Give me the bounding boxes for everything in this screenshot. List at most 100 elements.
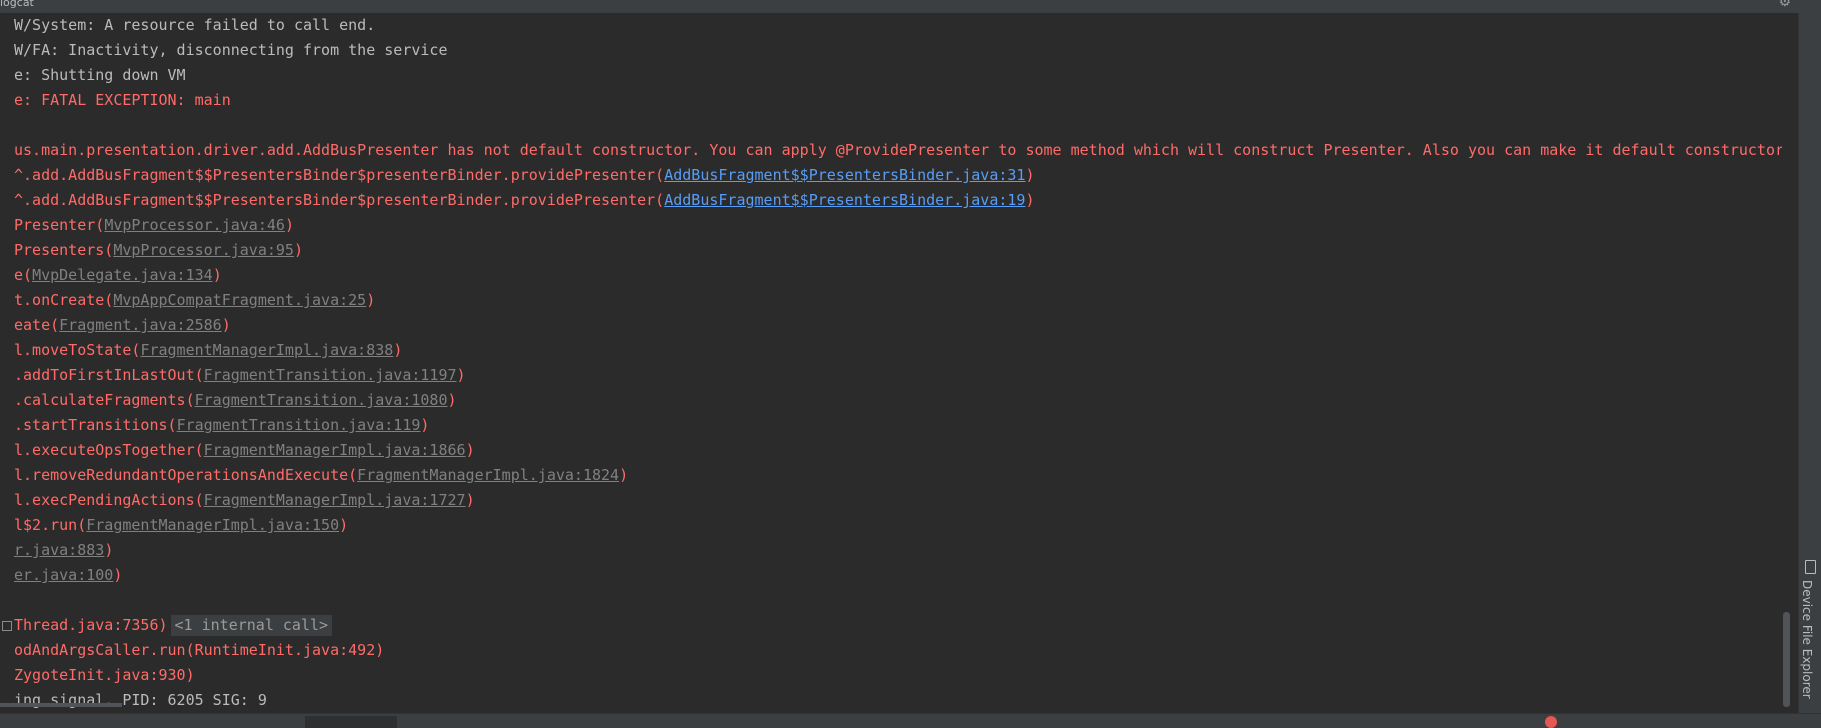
source-file-link[interactable]: MvpProcessor.java:46 xyxy=(104,216,285,234)
log-line: us.main.presentation.driver.add.AddBusPr… xyxy=(14,138,1782,163)
stack-frame-suffix: ) xyxy=(113,566,123,584)
stack-frame-method: l.execPendingActions( xyxy=(14,491,204,509)
log-line: W/FA: Inactivity, disconnecting from the… xyxy=(14,38,1782,63)
stack-frame-suffix: ) xyxy=(447,391,457,409)
stack-frame-suffix: ) xyxy=(465,491,475,509)
settings-icon[interactable]: ⚙ xyxy=(1778,0,1791,10)
log-line: er.java:100) xyxy=(14,563,1782,588)
horizontal-scrollbar[interactable] xyxy=(0,703,122,707)
bottom-tool-strip xyxy=(0,713,1821,728)
stack-frame-method: eate( xyxy=(14,316,60,334)
event-log-tab[interactable] xyxy=(1545,716,1557,728)
log-line: l.executeOpsTogether(FragmentManagerImpl… xyxy=(14,438,1782,463)
stack-frame-suffix: ) xyxy=(339,516,349,534)
log-line: .startTransitions(FragmentTransition.jav… xyxy=(14,413,1782,438)
log-text: e: Shutting down VM xyxy=(14,66,186,84)
log-text: odAndArgsCaller.run(RuntimeInit.java:492… xyxy=(14,641,385,659)
stack-frame-method: Presenters( xyxy=(14,241,114,259)
internal-calls-fold[interactable]: <1 internal call> xyxy=(170,615,333,636)
source-file-link[interactable]: AddBusFragment$$PresentersBinder.java:31 xyxy=(664,166,1025,184)
stack-frame-suffix: ) xyxy=(212,266,222,284)
log-line: l.moveToState(FragmentManagerImpl.java:8… xyxy=(14,338,1782,363)
source-file-link[interactable]: FragmentTransition.java:1080 xyxy=(195,391,448,409)
logcat-output[interactable]: W/System: A resource failed to call end.… xyxy=(0,13,1782,713)
log-text: e: FATAL EXCEPTION: main xyxy=(14,91,231,109)
tool-tab-logcat[interactable] xyxy=(305,716,397,728)
log-text: ZygoteInit.java:930) xyxy=(14,666,195,684)
stack-frame-method: e( xyxy=(14,266,33,284)
stack-frame-suffix: ) xyxy=(284,216,294,234)
phone-icon xyxy=(1805,560,1816,574)
log-line: t.onCreate(MvpAppCompatFragment.java:25) xyxy=(14,288,1782,313)
log-line: e(MvpDelegate.java:134) xyxy=(14,263,1782,288)
source-file-link[interactable]: Fragment.java:2586 xyxy=(59,316,222,334)
stack-frame-suffix: ) xyxy=(465,441,475,459)
log-line: Presenters(MvpProcessor.java:95) xyxy=(14,238,1782,263)
log-line: .addToFirstInLastOut(FragmentTransition.… xyxy=(14,363,1782,388)
log-line: ^.add.AddBusFragment$$PresentersBinder$p… xyxy=(14,163,1782,188)
source-file-link[interactable]: FragmentManagerImpl.java:150 xyxy=(86,516,339,534)
log-line: r.java:883) xyxy=(14,538,1782,563)
stack-frame-suffix: ) xyxy=(393,341,403,359)
log-line: e: FATAL EXCEPTION: main xyxy=(14,88,1782,113)
log-line: ing signal. PID: 6205 SIG: 9 xyxy=(14,688,1782,713)
log-line: odAndArgsCaller.run(RuntimeInit.java:492… xyxy=(14,638,1782,663)
source-file-link[interactable]: MvpDelegate.java:134 xyxy=(32,266,213,284)
stack-frame-method: Presenter( xyxy=(14,216,105,234)
source-file-link[interactable]: FragmentManagerImpl.java:1727 xyxy=(204,491,466,509)
log-text: W/System: A resource failed to call end. xyxy=(14,16,376,34)
log-text: us.main.presentation.driver.add.AddBusPr… xyxy=(14,141,1782,159)
stack-frame-suffix: ) xyxy=(1025,191,1035,209)
log-line: Presenter(MvpProcessor.java:46) xyxy=(14,213,1782,238)
device-file-explorer-label: Device File Explorer xyxy=(1800,580,1814,699)
window-title: logcat xyxy=(0,0,34,9)
stack-frame-method: .startTransitions( xyxy=(14,416,177,434)
stack-frame-method: l$2.run( xyxy=(14,516,87,534)
stack-frame-suffix: ) xyxy=(221,316,231,334)
stack-frame-suffix: ) xyxy=(456,366,466,384)
source-file-link[interactable]: FragmentManagerImpl.java:838 xyxy=(140,341,393,359)
stack-frame-method: t.onCreate( xyxy=(14,291,114,309)
log-line: eate(Fragment.java:2586) xyxy=(14,313,1782,338)
stack-frame-method: .addToFirstInLastOut( xyxy=(14,366,204,384)
stack-frame-method: l.moveToState( xyxy=(14,341,141,359)
log-line: W/System: A resource failed to call end. xyxy=(14,13,1782,38)
log-line: Thread.java:7356) <1 internal call> xyxy=(2,613,1782,638)
source-file-link[interactable]: FragmentManagerImpl.java:1866 xyxy=(204,441,466,459)
stack-frame-suffix: ) xyxy=(293,241,303,259)
log-line: e: Shutting down VM xyxy=(14,63,1782,88)
source-file-link[interactable]: r.java:883 xyxy=(14,541,104,559)
log-line: l$2.run(FragmentManagerImpl.java:150) xyxy=(14,513,1782,538)
error-badge-icon xyxy=(1545,716,1557,728)
vertical-scroll-thumb[interactable] xyxy=(1783,612,1790,707)
log-line: .calculateFragments(FragmentTransition.j… xyxy=(14,388,1782,413)
stack-frame-method: .calculateFragments( xyxy=(14,391,195,409)
source-file-link[interactable]: er.java:100 xyxy=(14,566,113,584)
log-line: l.execPendingActions(FragmentManagerImpl… xyxy=(14,488,1782,513)
source-file-link[interactable]: FragmentTransition.java:1197 xyxy=(204,366,457,384)
source-file-link[interactable]: MvpProcessor.java:95 xyxy=(113,241,294,259)
stack-frame-method: ^.add.AddBusFragment$$PresentersBinder$p… xyxy=(14,191,665,209)
stack-frame-suffix: ) xyxy=(420,416,430,434)
stack-frame-method: l.removeRedundantOperationsAndExecute( xyxy=(14,466,358,484)
log-line: l.removeRedundantOperationsAndExecute(Fr… xyxy=(14,463,1782,488)
vertical-scrollbar[interactable] xyxy=(1782,13,1798,713)
stack-frame-suffix: ) xyxy=(366,291,376,309)
collapse-icon[interactable] xyxy=(2,620,12,631)
stack-frame-suffix: ) xyxy=(1025,166,1035,184)
stack-frame-method: l.executeOpsTogether( xyxy=(14,441,204,459)
source-file-link[interactable]: AddBusFragment$$PresentersBinder.java:19 xyxy=(664,191,1025,209)
logcat-title-bar: logcat ⚙ xyxy=(0,0,1821,14)
stack-frame-suffix: ) xyxy=(619,466,629,484)
log-line: ZygoteInit.java:930) xyxy=(14,663,1782,688)
device-file-explorer-tab[interactable]: Device File Explorer xyxy=(1800,560,1820,700)
log-text: W/FA: Inactivity, disconnecting from the… xyxy=(14,41,448,59)
source-file-link[interactable]: FragmentTransition.java:119 xyxy=(177,416,421,434)
stack-frame-method: ^.add.AddBusFragment$$PresentersBinder$p… xyxy=(14,166,665,184)
log-line: ^.add.AddBusFragment$$PresentersBinder$p… xyxy=(14,188,1782,213)
log-text: Thread.java:7356) xyxy=(14,616,168,634)
source-file-link[interactable]: MvpAppCompatFragment.java:25 xyxy=(113,291,366,309)
stack-frame-suffix: ) xyxy=(104,541,114,559)
source-file-link[interactable]: FragmentManagerImpl.java:1824 xyxy=(357,466,619,484)
